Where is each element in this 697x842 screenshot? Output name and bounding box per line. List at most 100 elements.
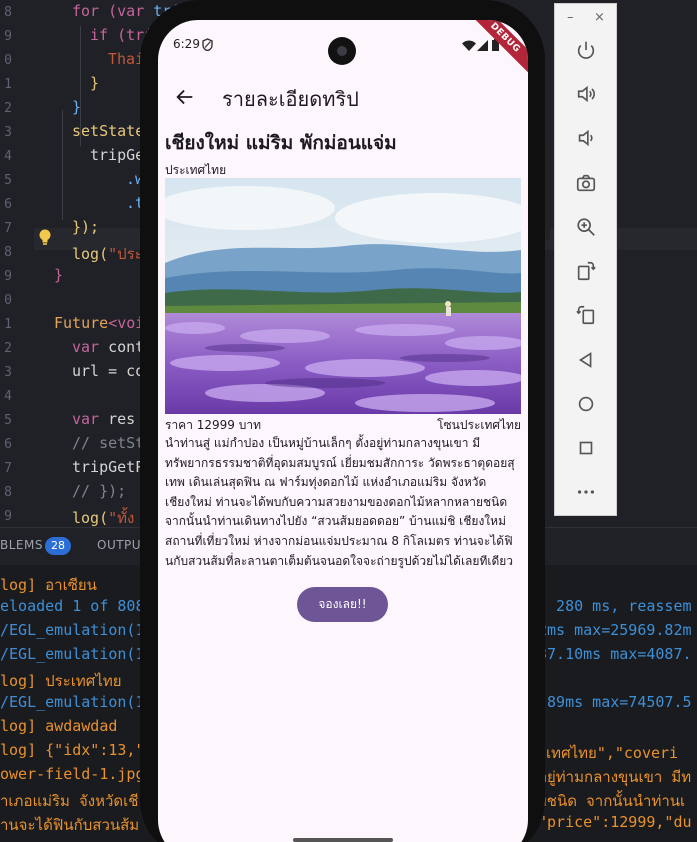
line-number: 8 (4, 245, 12, 260)
lightbulb-icon[interactable] (38, 229, 52, 247)
overview-icon (579, 441, 593, 455)
volume-up-button[interactable] (573, 81, 599, 107)
signal-icon (477, 40, 488, 51)
minimize-button[interactable]: – (567, 10, 574, 25)
code-line[interactable]: // setSt (72, 434, 144, 452)
code-token: for ( (72, 2, 118, 20)
code-token: } (90, 74, 100, 92)
console-line: /EGL_emulation(1 (0, 645, 145, 663)
line-number: 2 (4, 341, 12, 356)
code-token: "ประ (108, 245, 143, 263)
line-number-gutter: 8 9 0 1 2 3 4 5 6 7 8 9 0 1 2 3 4 5 6 7 8 9 (0, 0, 16, 527)
code-token: var (72, 338, 109, 356)
code-token: Thai (108, 50, 145, 68)
tab-problems[interactable]: BLEMS (0, 538, 43, 552)
code-token: "ทั้ง (108, 509, 135, 527)
rotate-right-icon (576, 305, 595, 325)
close-button[interactable]: × (594, 10, 605, 25)
line-number: 4 (4, 149, 12, 164)
code-line[interactable]: Future<voi (54, 314, 144, 332)
code-line[interactable]: // }); (72, 482, 126, 500)
code-line[interactable]: tripGetP (72, 458, 144, 476)
code-line[interactable]: var res (72, 410, 135, 428)
code-line[interactable]: }); (72, 218, 99, 236)
code-token: Future (54, 314, 109, 332)
nav-home-button[interactable] (573, 391, 599, 417)
console-line-tail: ะเทศไทย","coveri (538, 744, 679, 762)
nav-overview-button[interactable] (573, 435, 599, 461)
line-number: 9 (4, 509, 12, 524)
code-token: var (117, 2, 154, 20)
page-title: รายละเอียดทริป (222, 87, 359, 111)
line-number: 3 (4, 365, 12, 380)
code-line[interactable]: Thai (108, 50, 144, 68)
book-now-button[interactable]: จองเลย!! (297, 587, 388, 622)
code-line[interactable]: log("ประ (72, 242, 143, 266)
console-line: log] ประเทศไทย (0, 672, 122, 690)
tab-output[interactable]: OUTPU (97, 538, 141, 552)
line-number: 1 (4, 317, 12, 332)
console-line-tail: "price":12999,"du (538, 813, 692, 831)
volume-up-icon (577, 85, 595, 103)
line-number: 6 (4, 197, 12, 212)
trip-zone: โซนประเทศไทย (437, 418, 521, 432)
problems-count-badge: 28 (45, 537, 71, 555)
console-line-tail: : 280 ms, reassem (538, 597, 692, 615)
console-line-tail: 37.10ms max=4087. (538, 645, 692, 663)
code-token: // }); (72, 482, 127, 500)
code-line[interactable]: var cont (72, 338, 144, 356)
rotate-left-button[interactable] (573, 258, 599, 284)
code-token: tripGetP (72, 458, 145, 476)
code-token: tripGe (90, 146, 145, 164)
code-token: log( (72, 509, 109, 527)
indent-guide (62, 110, 63, 220)
power-button[interactable] (573, 37, 599, 63)
line-number: 9 (4, 269, 12, 284)
line-number: 4 (4, 389, 12, 404)
screenshot-button[interactable] (573, 170, 599, 196)
code-token: <voi (108, 314, 145, 332)
console-line: ower-field-1.jpg (0, 765, 145, 783)
code-line[interactable]: } (90, 74, 99, 92)
code-token: res (108, 410, 136, 428)
console-line-tail: .89ms max=74507.5 (538, 693, 692, 711)
home-icon (578, 396, 594, 412)
trip-cover-image (165, 178, 521, 414)
shield-icon (202, 38, 213, 51)
line-number: 5 (4, 173, 12, 188)
line-number: 8 (4, 5, 12, 20)
rotate-right-button[interactable] (573, 302, 599, 328)
more-icon (577, 490, 595, 494)
console-line: eloaded 1 of 808 (0, 597, 145, 615)
zoom-button[interactable] (573, 214, 599, 240)
code-token: } (54, 266, 64, 284)
status-time: 6:29 (173, 37, 200, 51)
code-line[interactable]: url = co (72, 362, 144, 380)
volume-down-icon (578, 129, 593, 147)
console-line: log] อาเซียน (0, 576, 97, 594)
code-token: log( (72, 245, 109, 263)
arrow-back-icon (176, 89, 193, 105)
console-line: าเภอแม่ริม จังหวัดเชี (0, 792, 139, 810)
console-line-tail: อยู่ท่ามกลางขุนเขา มีท (538, 768, 692, 786)
line-number: 5 (4, 413, 12, 428)
home-indicator[interactable] (293, 838, 393, 842)
console-line: /EGL_emulation(1 (0, 693, 145, 711)
code-line[interactable]: } (54, 266, 63, 284)
more-button[interactable] (573, 479, 599, 505)
rotate-left-icon (577, 261, 596, 281)
volume-down-button[interactable] (573, 125, 599, 151)
line-number: 7 (4, 461, 12, 476)
wifi-icon (462, 40, 476, 51)
phone-screen[interactable]: 6:29 DEBUG รายละเอียดทริป เชียงใหม่ แม่ร… (158, 20, 528, 842)
camera-icon (576, 174, 596, 192)
line-number: 6 (4, 437, 12, 452)
status-bar: 6:29 DEBUG (158, 20, 528, 83)
trip-title: เชียงใหม่ แม่ริม พักม่อนแจ่ม (165, 132, 397, 154)
nav-back-button[interactable] (573, 347, 599, 373)
line-number: 7 (4, 221, 12, 236)
code-line[interactable]: setState (72, 122, 144, 140)
back-button[interactable] (170, 82, 200, 112)
code-line[interactable]: tripGe (90, 146, 144, 164)
phone-side-button (545, 150, 550, 240)
